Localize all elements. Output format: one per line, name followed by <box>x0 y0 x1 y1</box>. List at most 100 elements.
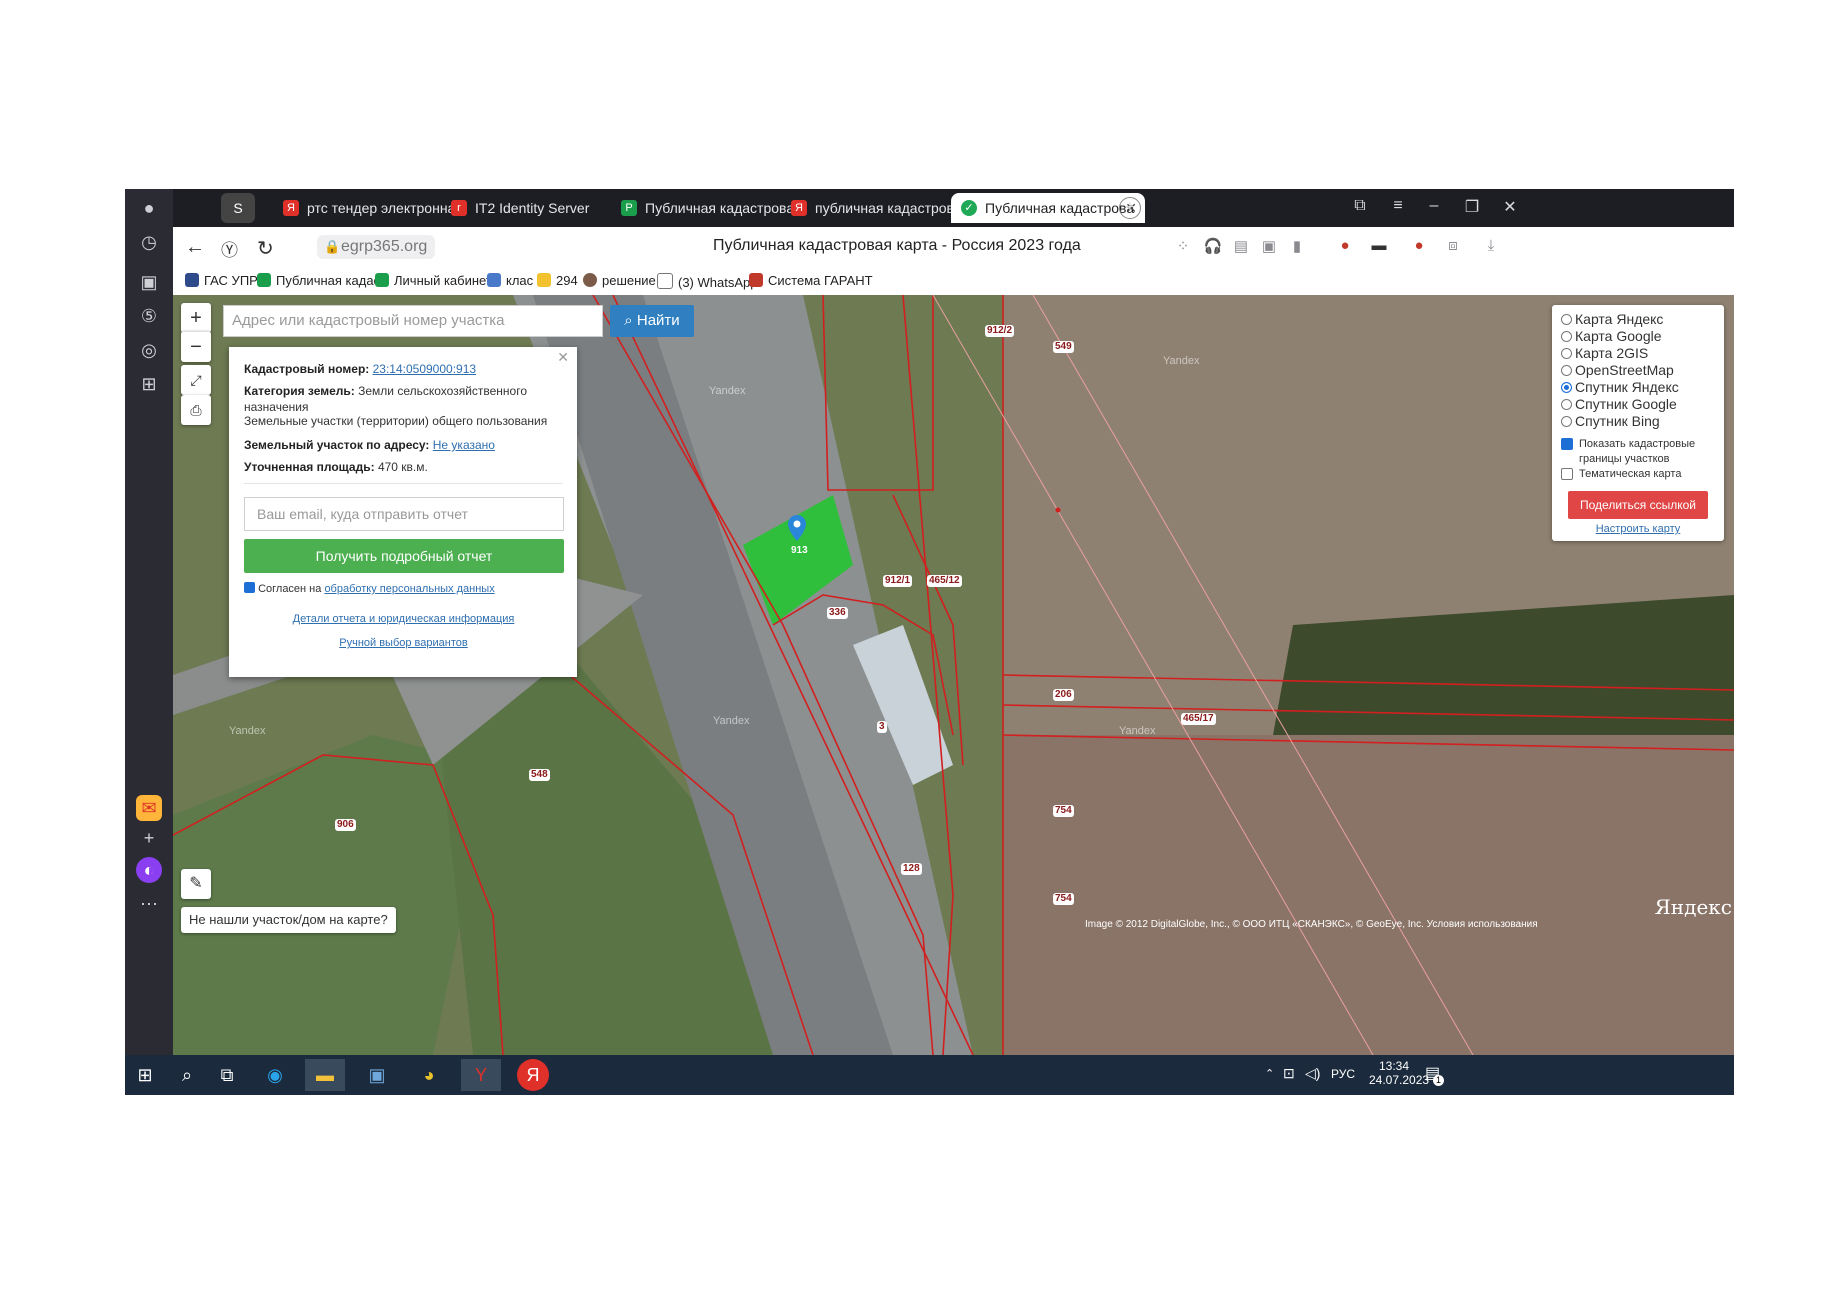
bookmark-item[interactable]: Личный кабинет <box>375 273 492 288</box>
language-indicator[interactable]: РУС <box>1331 1067 1355 1081</box>
address-link[interactable]: Не указано <box>433 438 495 452</box>
windows-taskbar: ⊞ ⌕ ⧉ ◉ ▬ ▣ ◕ Y Я ⌃ ⊡ ◁) РУС 13:34 24.07.… <box>125 1055 1734 1095</box>
yandex-browser-icon[interactable]: Y <box>461 1059 501 1091</box>
headphones-icon[interactable]: 🎧 <box>1203 237 1223 257</box>
ruler-icon[interactable]: ✎ <box>181 869 211 899</box>
location-pin-icon[interactable] <box>788 515 806 541</box>
share-link-button[interactable]: Поделиться ссылкой <box>1568 491 1708 519</box>
zoom-in-button[interactable]: + <box>181 303 211 333</box>
layer-option[interactable]: Карта 2GIS <box>1561 345 1648 361</box>
reload-icon[interactable]: ↻ <box>257 236 274 261</box>
bookmark-item[interactable]: решение <box>583 273 656 288</box>
collections-icon[interactable]: ▣ <box>136 269 162 295</box>
five-icon[interactable]: ⑤ <box>136 303 162 329</box>
parcel-label: 548 <box>529 769 550 781</box>
tab-1[interactable]: Яртс тендер электронная т <box>273 193 457 223</box>
mail-icon[interactable]: ✉ <box>136 795 162 821</box>
not-found-button[interactable]: Не нашли участок/дом на карте? <box>181 907 396 933</box>
restore-icon[interactable]: ❐ <box>1461 197 1483 217</box>
menu-icon[interactable]: ≡ <box>1387 197 1409 215</box>
add-icon[interactable]: + <box>136 825 162 851</box>
cadastral-row: Кадастровый номер: 23:14:0509000:913 <box>244 362 477 376</box>
bookmark-icon[interactable]: ▮ <box>1287 237 1307 257</box>
profile-icon[interactable]: ● <box>136 195 162 221</box>
cadastral-link[interactable]: 23:14:0509000:913 <box>373 362 476 376</box>
email-input[interactable]: Ваш email, куда отправить отчет <box>244 497 564 531</box>
reader-icon[interactable]: ▤ <box>1231 237 1251 257</box>
tab-list-icon[interactable]: ⧉ <box>1349 197 1371 215</box>
bookmark-item[interactable]: клас <box>487 273 533 288</box>
task-view-icon[interactable]: ⧉ <box>207 1059 247 1091</box>
screenshot-icon[interactable]: ◎ <box>136 337 162 363</box>
yandex-icon[interactable]: Я <box>517 1059 549 1091</box>
search-icon: ⌕ <box>624 312 633 329</box>
tab-group-button[interactable]: S <box>221 193 255 223</box>
show-borders-checkbox[interactable]: Показать кадастровые границы участков <box>1561 437 1711 467</box>
parcel-label: 912/1 <box>883 575 913 587</box>
alice-icon[interactable]: ◐ <box>136 857 162 883</box>
bookmark-item[interactable]: (3) WhatsApp <box>657 273 757 290</box>
divider <box>244 483 563 484</box>
chrome-icon[interactable]: ◕ <box>409 1059 449 1091</box>
consent-link[interactable]: обработку персональных данных <box>324 583 494 595</box>
network-icon[interactable]: ⊡ <box>1283 1065 1295 1082</box>
search-icon[interactable]: ⌕ <box>167 1059 207 1091</box>
bookmark-item[interactable]: 294 <box>537 273 578 288</box>
manual-row: Ручной выбор вариантов <box>244 635 563 651</box>
volume-icon[interactable]: ◁) <box>1305 1065 1320 1082</box>
yandex-home-icon[interactable]: Ⓨ <box>221 236 238 261</box>
search-input[interactable]: Адрес или кадастровый номер участка <box>223 305 603 337</box>
extensions-icon[interactable]: ⁘ <box>1173 237 1193 257</box>
tab-3[interactable]: P Публичная кадастровая к <box>611 193 797 223</box>
tab-5-active[interactable]: ✓ Публичная кадастрова ✕ <box>951 193 1145 223</box>
download-icon[interactable]: ⤓ <box>1481 237 1501 257</box>
network-app-icon[interactable]: ▣ <box>357 1059 397 1091</box>
map-view[interactable]: Yandex Yandex Yandex Yandex Yandex 912/2… <box>173 295 1734 1055</box>
apps-icon[interactable]: ⊞ <box>136 371 162 397</box>
url-field[interactable]: 🔒 egrp365.org <box>317 235 436 259</box>
extension-hat-icon[interactable]: ▬ <box>1369 237 1389 257</box>
bookmark-item[interactable]: Публичная кадаст <box>257 273 386 288</box>
puzzle-icon[interactable]: ⧈ <box>1443 237 1463 257</box>
start-icon[interactable]: ⊞ <box>125 1059 165 1091</box>
layer-option-selected[interactable]: Спутник Яндекс <box>1561 379 1679 395</box>
tab-4[interactable]: Япубличная кадастровая к <box>781 193 967 223</box>
layer-option[interactable]: OpenStreetMap <box>1561 362 1674 378</box>
get-report-button[interactable]: Получить подробный отчет <box>244 539 564 573</box>
zoom-out-button[interactable]: − <box>181 331 211 362</box>
close-window-icon[interactable]: ✕ <box>1499 197 1521 217</box>
manual-select-link[interactable]: Ручной выбор вариантов <box>339 637 467 649</box>
more-icon[interactable]: ⋯ <box>136 891 162 917</box>
fullscreen-icon[interactable]: ⤢ <box>181 365 211 395</box>
print-icon[interactable]: ⎙ <box>181 395 211 425</box>
map-watermark: Yandex <box>229 725 266 737</box>
minimize-icon[interactable]: – <box>1423 197 1445 215</box>
bookmark-item[interactable]: Система ГАРАНТ <box>749 273 873 288</box>
layer-option[interactable]: Спутник Google <box>1561 396 1677 412</box>
clock[interactable]: 13:34 24.07.2023 <box>1369 1059 1429 1087</box>
details-link[interactable]: Детали отчета и юридическая информация <box>293 613 515 625</box>
protect-icon[interactable]: ▣ <box>1259 237 1279 257</box>
file-explorer-icon[interactable]: ▬ <box>305 1059 345 1091</box>
history-icon[interactable]: ◷ <box>136 229 162 255</box>
search-button[interactable]: ⌕ Найти <box>610 305 694 337</box>
configure-map-link[interactable]: Настроить карту <box>1596 523 1681 535</box>
notifications-icon[interactable]: ▤ 1 <box>1425 1063 1444 1086</box>
yandex-icon: Я <box>283 200 299 216</box>
edge-icon[interactable]: ◉ <box>255 1059 295 1091</box>
map-watermark: Yandex <box>1119 725 1156 737</box>
layer-option[interactable]: Карта Яндекс <box>1561 311 1663 327</box>
consent-row: Согласен на обработку персональных данны… <box>244 581 563 597</box>
extension-red2-icon[interactable]: ● <box>1409 237 1429 257</box>
tab-2[interactable]: r IT2 Identity Server <box>441 193 625 223</box>
bookmark-item[interactable]: ГАС УПР <box>185 273 258 288</box>
yandex-logo: Яндекс <box>1654 895 1732 919</box>
thematic-checkbox[interactable]: Тематическая карта <box>1561 467 1711 482</box>
layer-option[interactable]: Карта Google <box>1561 328 1662 344</box>
consent-checkbox[interactable] <box>244 582 255 593</box>
extension-red-icon[interactable]: ● <box>1335 237 1355 257</box>
back-icon[interactable]: ← <box>185 236 205 259</box>
layer-option[interactable]: Спутник Bing <box>1561 413 1660 429</box>
tray-expand-icon[interactable]: ⌃ <box>1265 1067 1274 1080</box>
new-tab-icon[interactable]: + <box>1119 197 1141 219</box>
